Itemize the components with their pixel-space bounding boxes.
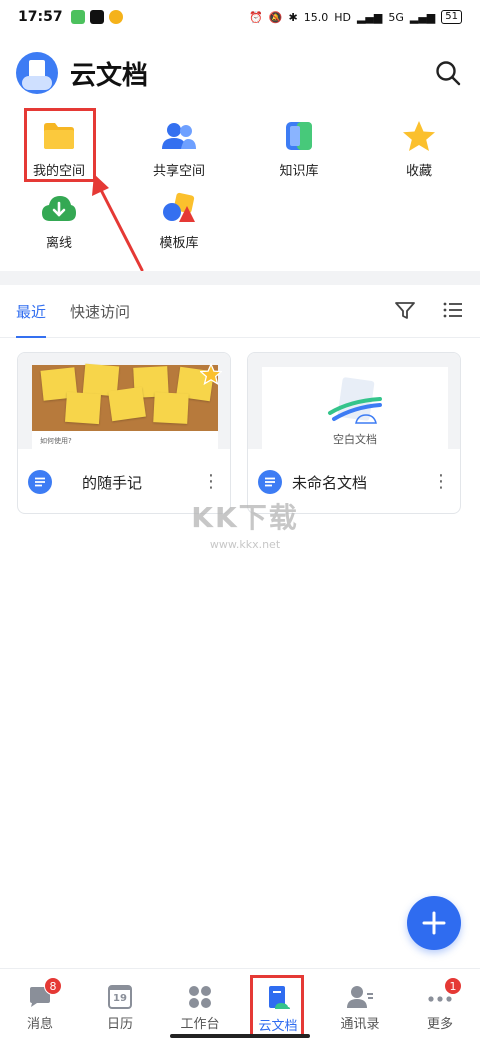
workbench-icon — [189, 986, 211, 1008]
doc-name: 未命名文档 — [292, 473, 368, 492]
tab-label: 快速访问 — [70, 303, 131, 321]
section-divider — [0, 271, 480, 285]
doc-thumbnail: 如何使用? — [18, 353, 230, 449]
document-icon — [28, 470, 52, 494]
unread-badge: 1 — [444, 977, 462, 995]
more-options-button[interactable]: ⋮ — [432, 473, 450, 491]
weibo-status-icon — [108, 10, 123, 24]
status-time: 17:57 — [18, 9, 63, 25]
people-icon — [159, 116, 199, 156]
nav-item-more[interactable]: 1 更多 — [400, 977, 480, 1032]
list-icon — [443, 302, 462, 317]
nav-label: 消息 — [26, 1017, 53, 1032]
quick-item-label: 离线 — [45, 236, 72, 251]
more-options-button[interactable]: ⋮ — [202, 473, 220, 491]
annotation-arrow — [92, 174, 144, 272]
signal-icon: ▂▄▆ — [356, 10, 383, 24]
watermark-url: www.kkx.net — [209, 538, 281, 551]
nav-item-messages[interactable]: 8 消息 — [0, 977, 80, 1032]
quick-item-knowledge-base[interactable]: 知识库 — [244, 116, 354, 179]
annotation-highlight-box-nav — [250, 975, 304, 1037]
wechat-status-icon — [70, 10, 85, 24]
filter-button[interactable] — [394, 299, 416, 325]
unread-badge: 8 — [44, 977, 62, 995]
quick-item-label: 共享空间 — [152, 164, 205, 179]
watermark: KK下载 www.kkx.net — [180, 496, 310, 551]
page-title: 云文档 — [70, 60, 149, 91]
quick-item-label: 收藏 — [405, 164, 432, 179]
bottom-nav: 8 消息 19 日历 工作台 云文档 通讯录 1 更多 — [0, 968, 480, 1040]
home-indicator — [170, 1034, 310, 1038]
nav-label: 日历 — [106, 1017, 133, 1032]
tab-recent[interactable]: 最近 — [16, 286, 47, 338]
doc-thumb-caption: 如何使用? — [32, 431, 218, 449]
mute-icon: 🔕 — [268, 10, 283, 24]
doc-card[interactable]: 如何使用? 的随手记 ⋮ — [17, 352, 231, 514]
cloud-doc-logo — [16, 52, 58, 94]
nav-item-workbench[interactable]: 工作台 — [160, 985, 240, 1032]
battery-icon: 51 — [441, 10, 462, 24]
bluetooth-icon: ✱ — [288, 10, 298, 24]
nav-label: 更多 — [426, 1017, 453, 1032]
create-document-button[interactable] — [407, 896, 461, 950]
hd-icon: HD — [334, 10, 351, 24]
search-icon — [436, 61, 461, 86]
calendar-day: 19 — [113, 993, 127, 1004]
nav-label: 工作台 — [180, 1017, 220, 1032]
battery-level: 51 — [445, 11, 458, 22]
plus-icon — [422, 911, 446, 935]
download-icon — [39, 188, 79, 228]
status-bar: 17:57 ⏰ 🔕 ✱ 15.0 HD ▂▄▆ 5G ▂▄▆ 51 — [0, 0, 480, 34]
document-icon — [258, 470, 282, 494]
tab-quick-access[interactable]: 快速访问 — [70, 286, 130, 338]
list-view-button[interactable] — [442, 299, 464, 325]
template-icon — [159, 188, 199, 228]
doc-name: 的随手记 — [82, 473, 143, 492]
watermark-logo: KK下载 — [191, 501, 299, 534]
quick-item-favorites[interactable]: 收藏 — [364, 116, 474, 179]
doc-card[interactable]: 空白文档 未命名文档 ⋮ — [247, 352, 461, 514]
contacts-icon — [347, 986, 373, 1008]
alarm-icon: ⏰ — [249, 10, 263, 24]
starred-icon — [200, 363, 222, 385]
calendar-icon: 19 — [108, 985, 132, 1009]
network-speed: 15.0 — [303, 10, 329, 24]
nav-item-contacts[interactable]: 通讯录 — [320, 985, 400, 1032]
doc-thumb-caption: 空白文档 — [333, 433, 377, 446]
tab-tools — [394, 299, 464, 325]
doc-tabs: 最近 快速访问 — [0, 286, 480, 338]
nav-label: 通讯录 — [340, 1017, 380, 1032]
tiktok-status-icon — [89, 10, 104, 24]
app-header: 云文档 — [0, 46, 480, 100]
doc-thumbnail: 空白文档 — [248, 353, 460, 449]
signal-icon-2: ▂▄▆ — [409, 10, 436, 24]
search-button[interactable] — [432, 57, 464, 89]
network-type: 5G — [388, 10, 404, 24]
quick-item-label: 模板库 — [159, 236, 199, 251]
knowledge-base-icon — [279, 116, 319, 156]
quick-item-label: 知识库 — [279, 164, 319, 179]
filter-icon — [395, 301, 415, 319]
nav-item-calendar[interactable]: 19 日历 — [80, 985, 160, 1032]
blank-doc-illustration — [328, 377, 382, 424]
star-icon — [399, 116, 439, 156]
status-indicators: ⏰ 🔕 ✱ 15.0 HD ▂▄▆ 5G ▂▄▆ 51 — [249, 10, 462, 24]
tab-label: 最近 — [16, 303, 47, 321]
